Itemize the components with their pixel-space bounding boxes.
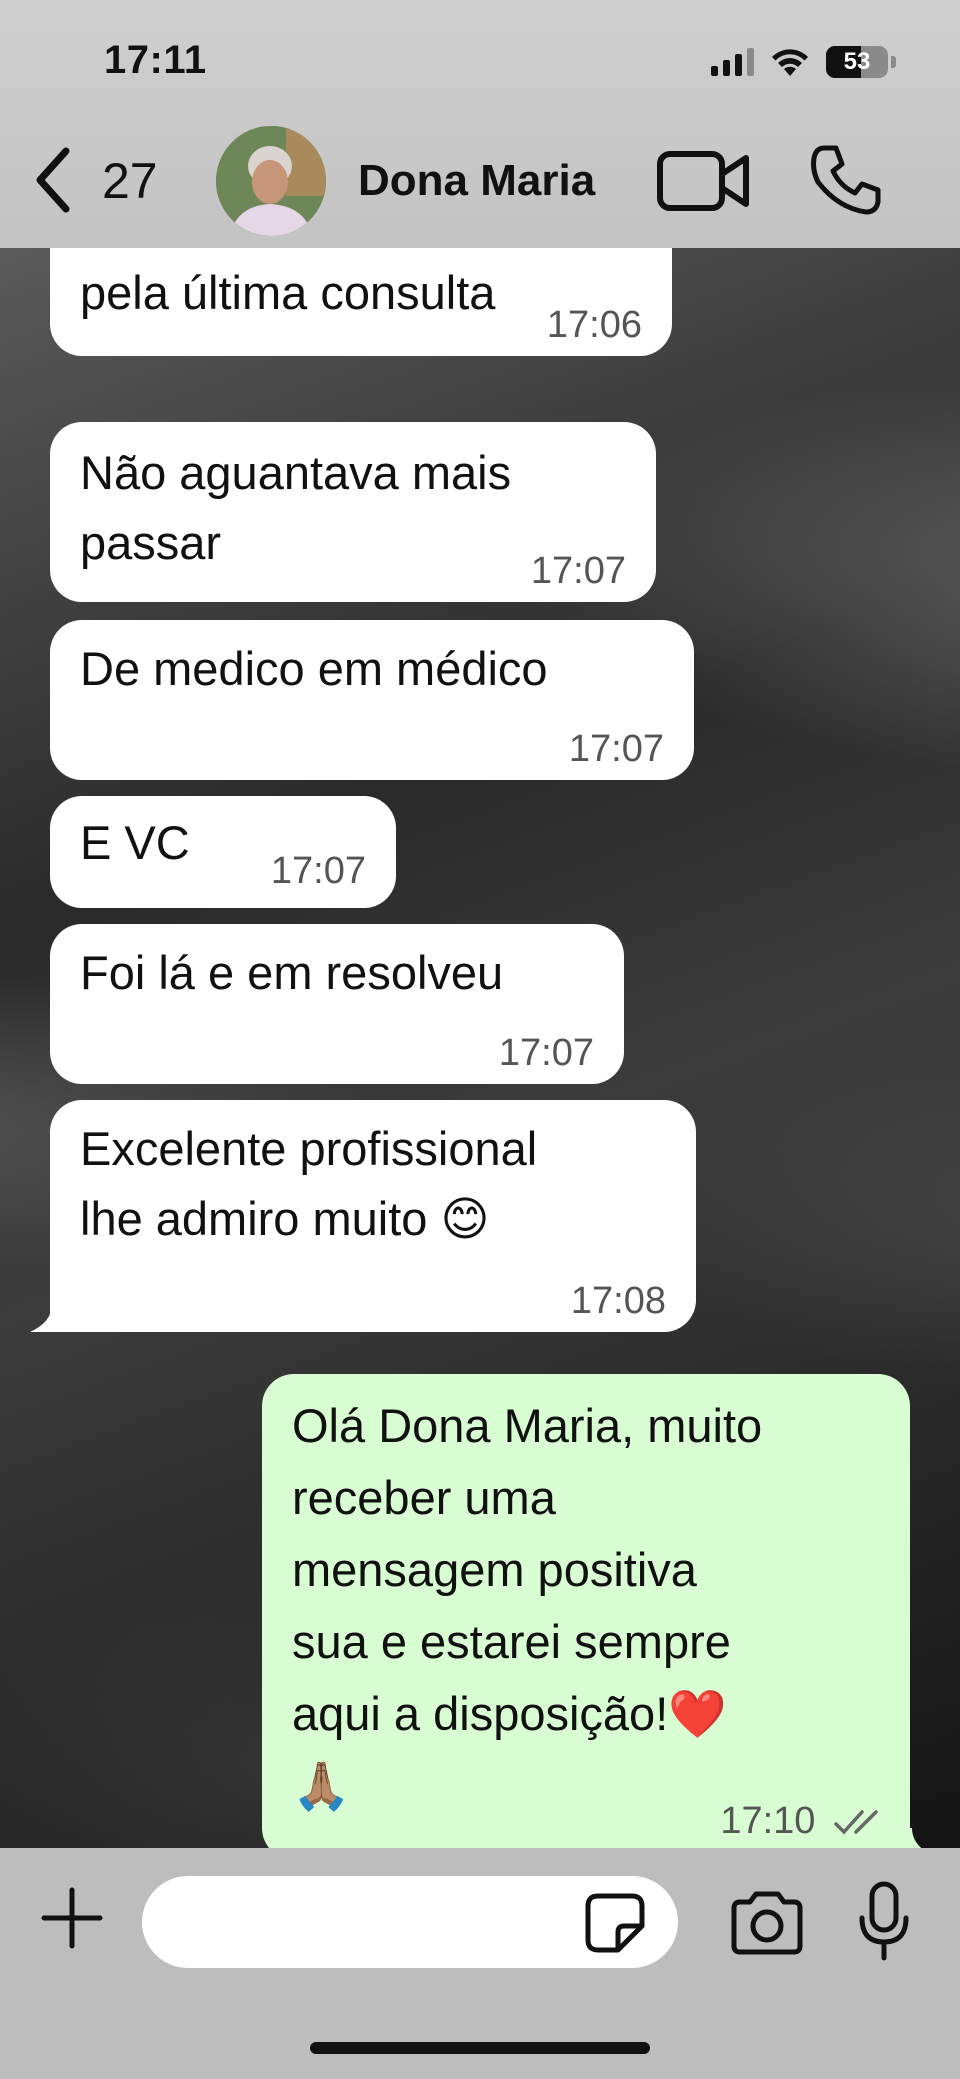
double-check-icon	[834, 1810, 878, 1835]
message-bubble[interactable]: De medico em médico 17:07	[50, 620, 694, 780]
avatar[interactable]	[216, 126, 326, 236]
battery-icon: 53	[826, 46, 896, 78]
message-text: receber uma	[292, 1471, 556, 1524]
message-bubble[interactable]: Foi lá e em resolveu 17:07	[50, 924, 624, 1084]
contact-name[interactable]: Dona Maria	[358, 156, 595, 206]
message-time: 17:08	[570, 1280, 666, 1322]
message-bubble[interactable]: Não aguantava mais passar 17:07	[50, 422, 656, 602]
signal-icon	[711, 48, 754, 76]
message-bubble[interactable]: pela última consulta 17:06	[50, 248, 672, 356]
unread-count[interactable]: 27	[102, 152, 158, 210]
battery-level: 53	[843, 48, 871, 75]
message-time: 17:10	[720, 1800, 816, 1842]
message-text: De medico em médico	[80, 642, 548, 695]
message-text: Foi lá e em resolveu	[80, 946, 504, 999]
phone-icon	[811, 145, 881, 215]
status-icons: 53	[711, 44, 896, 80]
microphone-icon	[859, 1881, 909, 1961]
microphone-button[interactable]	[856, 1880, 912, 1964]
message-text: sua e estarei sempre	[292, 1615, 731, 1668]
message-text: E VC	[80, 816, 190, 869]
voice-call-button[interactable]	[808, 142, 884, 218]
message-bubble[interactable]: E VC 17:07	[50, 796, 396, 908]
chat-header: 17:11 53 27 Dona Maria	[0, 0, 960, 248]
message-text: pela última consulta	[80, 266, 496, 319]
home-indicator[interactable]	[310, 2042, 650, 2054]
message-bubble[interactable]: Excelente profissional lhe admiro muito …	[50, 1100, 696, 1332]
message-text: Olá Dona Maria, muito	[292, 1399, 763, 1452]
message-text: 🙏🏽	[292, 1759, 351, 1812]
composer-bar	[0, 1848, 960, 2079]
bubble-tail	[898, 1828, 922, 1848]
video-camera-icon	[657, 151, 749, 211]
bubble-tail	[30, 1304, 66, 1332]
camera-icon	[731, 1891, 803, 1955]
camera-button[interactable]	[728, 1888, 806, 1956]
message-text: Não aguantava mais	[80, 446, 512, 499]
avatar-image	[216, 126, 326, 236]
status-time: 17:11	[104, 38, 207, 82]
message-list[interactable]: pela última consulta 17:06 Não aguantava…	[0, 248, 960, 1848]
message-time: 17:07	[498, 1032, 594, 1074]
message-text: mensagem positiva	[292, 1543, 697, 1596]
message-time: 17:06	[546, 304, 642, 346]
attach-button[interactable]	[40, 1886, 104, 1950]
wifi-icon	[772, 49, 808, 76]
message-text: lhe admiro muito 😊	[80, 1192, 490, 1245]
chevron-left-icon	[36, 147, 70, 213]
plus-icon	[41, 1887, 103, 1949]
message-text: Excelente profissional	[80, 1122, 538, 1175]
message-time: 17:07	[530, 550, 626, 592]
message-text: passar	[80, 516, 222, 569]
sticker-icon	[585, 1893, 645, 1953]
message-bubble-outgoing[interactable]: Olá Dona Maria, muito receber uma mensag…	[262, 1374, 910, 1848]
video-call-button[interactable]	[656, 146, 752, 216]
message-time: 17:07	[568, 728, 664, 770]
sticker-button[interactable]	[584, 1892, 646, 1954]
back-button[interactable]	[22, 140, 82, 220]
message-time: 17:07	[270, 850, 366, 892]
message-text: aqui a disposição!❤️	[292, 1687, 727, 1740]
